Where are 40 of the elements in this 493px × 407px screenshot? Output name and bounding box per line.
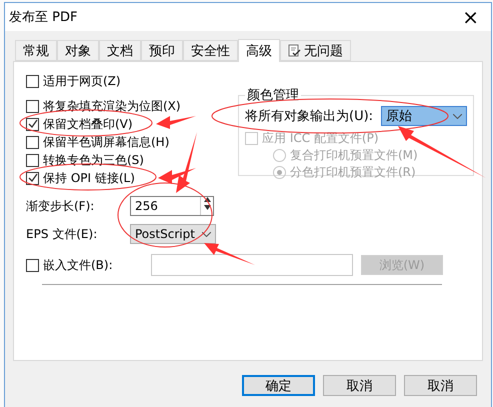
- radio-label: 分色打印机预置文件(R): [290, 164, 416, 181]
- checkbox[interactable]: [26, 74, 39, 88]
- field-label: 渐变步长(F):: [26, 198, 96, 214]
- down-arrow-icon[interactable]: [204, 205, 210, 210]
- field-label: 将所有对象输出为(U):: [245, 108, 374, 125]
- checkbox[interactable]: [26, 172, 39, 184]
- chevron-icon: [202, 232, 211, 236]
- file-path-field[interactable]: [151, 254, 353, 276]
- up-arrow-icon[interactable]: [204, 197, 210, 202]
- tab[interactable]: 文档: [99, 40, 141, 61]
- checkbox[interactable]: [26, 258, 39, 272]
- checkbox-label: 保持 OPI 链接(L): [43, 170, 135, 186]
- tab[interactable]: 预印: [141, 40, 183, 61]
- chevron-icon: [453, 114, 462, 118]
- tab[interactable]: 常规: [15, 40, 57, 61]
- checkbox[interactable]: [26, 118, 39, 130]
- tab[interactable]: 无问题: [280, 40, 351, 61]
- checklist-icon: [288, 44, 301, 57]
- checkbox[interactable]: [26, 154, 39, 166]
- checkbox[interactable]: [26, 136, 39, 148]
- dropdown[interactable]: 原始: [381, 106, 467, 126]
- close-button[interactable]: ×: [456, 5, 485, 29]
- dialog-button[interactable]: 确定: [242, 375, 315, 396]
- checkbox-label: 保留半色调屏幕信息(H): [43, 134, 170, 150]
- spin-field[interactable]: 256: [130, 196, 214, 216]
- annotation-arrow: [156, 116, 196, 129]
- checkbox-label: 适用于网页(Z): [43, 72, 121, 90]
- dropdown[interactable]: PostScript: [130, 224, 216, 244]
- tab[interactable]: 安全性: [183, 40, 238, 61]
- tab[interactable]: 高级: [238, 39, 280, 62]
- tab[interactable]: 对象: [57, 40, 99, 61]
- checkbox[interactable]: [26, 100, 39, 112]
- radio-label: 复合打印机预置文件(M): [290, 147, 418, 164]
- dialog-button[interactable]: 取消: [404, 375, 477, 396]
- checkbox-label: 保留文档叠印(V): [43, 116, 133, 132]
- field-label: EPS 文件(E):: [26, 226, 98, 242]
- window-title: 发布至 PDF: [9, 9, 78, 26]
- checkbox-label: 嵌入文件(B):: [43, 256, 114, 274]
- annotation-arrow: [204, 243, 255, 265]
- dialog-button[interactable]: 取消: [323, 375, 396, 396]
